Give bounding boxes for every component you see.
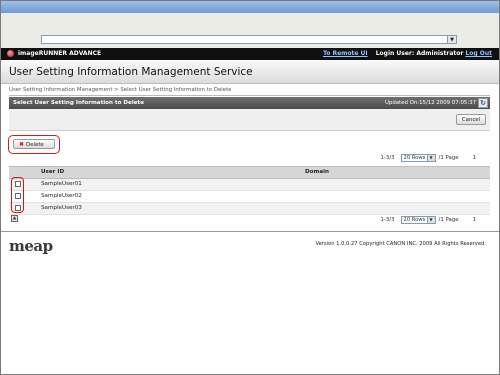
- browser-toolbar: [1, 13, 499, 32]
- chevron-down-icon: ▼: [426, 155, 435, 161]
- delete-button[interactable]: ✖ Delete: [13, 139, 55, 149]
- chevron-down-icon: ▼: [426, 217, 435, 223]
- service-title-bar: User Setting Information Management Serv…: [1, 60, 499, 84]
- pagination-range: 1-3/3: [380, 217, 395, 223]
- checkbox-highlight: [11, 177, 24, 213]
- footer-divider: [1, 231, 499, 232]
- panel-body: Cancel: [9, 109, 490, 131]
- table-row: SampleUser03: [9, 203, 490, 215]
- browser-window: ▼ imageRUNNER ADVANCE To Remote UI Login…: [0, 0, 500, 375]
- pagination-top: 1-3/3 20 Rows ▼ /1 Page 1: [380, 154, 476, 162]
- page-total-label: /1 Page: [438, 217, 459, 223]
- brand-name: imageRUNNER ADVANCE: [18, 50, 102, 57]
- page-number: 1: [472, 217, 476, 223]
- table-header: User ID Domain: [9, 166, 490, 179]
- updated-timestamp: Updated On:15/12 2009 07:05:37: [384, 100, 476, 106]
- user-id-cell: SampleUser02: [41, 193, 82, 199]
- login-user-label: Login User: Administrator: [375, 50, 464, 57]
- address-dropdown-button[interactable]: ▼: [447, 35, 457, 44]
- page-total-label: /1 Page: [438, 155, 459, 161]
- copyright-text: Version 1.0.0.27 Copyright CANON INC. 20…: [315, 241, 486, 247]
- user-table: User ID Domain SampleUser01 SampleUser02…: [9, 166, 490, 215]
- breadcrumb: User Setting Information Management > Se…: [9, 87, 232, 93]
- arrow-up-icon: ▲: [12, 216, 17, 221]
- delete-button-label: Delete: [26, 142, 44, 148]
- delete-highlight: ✖ Delete: [8, 135, 60, 154]
- user-id-cell: SampleUser03: [41, 205, 82, 211]
- rows-per-page-value: 20 Rows: [403, 155, 426, 161]
- cancel-button[interactable]: Cancel: [456, 114, 486, 125]
- meap-logo: meap: [9, 237, 53, 255]
- canon-logo-icon: [7, 50, 14, 57]
- user-id-cell: SampleUser01: [41, 181, 82, 187]
- address-bar: ▼: [1, 31, 499, 49]
- app-header: imageRUNNER ADVANCE To Remote UI Login U…: [1, 48, 499, 60]
- delete-x-icon: ✖: [19, 141, 25, 148]
- rows-per-page-value: 20 Rows: [403, 217, 426, 223]
- pagination-bottom: 1-3/3 20 Rows ▼ /1 Page 1: [380, 216, 476, 224]
- rows-per-page-select[interactable]: 20 Rows ▼: [400, 216, 436, 224]
- chevron-down-icon: ▼: [450, 37, 454, 43]
- column-header-user-id: User ID: [41, 169, 65, 175]
- window-titlebar: [1, 1, 499, 13]
- log-out-link[interactable]: Log Out: [465, 50, 492, 57]
- to-remote-ui-link[interactable]: To Remote UI: [323, 50, 368, 57]
- table-row: SampleUser01: [9, 179, 490, 191]
- page-number: 1: [472, 155, 476, 161]
- page-title: User Setting Information Management Serv…: [9, 66, 253, 78]
- scroll-to-top-button[interactable]: ▲: [11, 215, 18, 222]
- panel-title: Select User Setting Information to Delet…: [13, 100, 145, 106]
- meap-logo-text: meap: [9, 237, 53, 255]
- table-row: SampleUser02: [9, 191, 490, 203]
- rows-per-page-select[interactable]: 20 Rows ▼: [400, 154, 436, 162]
- refresh-icon: ↻: [480, 99, 486, 107]
- pagination-range: 1-3/3: [380, 155, 395, 161]
- header-links: To Remote UI Login User: Administrator L…: [323, 50, 492, 57]
- breadcrumb-divider: [9, 95, 490, 96]
- column-header-domain: Domain: [305, 169, 329, 175]
- panel-header: Select User Setting Information to Delet…: [9, 97, 490, 109]
- address-input[interactable]: [41, 35, 456, 44]
- refresh-button[interactable]: ↻: [478, 98, 488, 108]
